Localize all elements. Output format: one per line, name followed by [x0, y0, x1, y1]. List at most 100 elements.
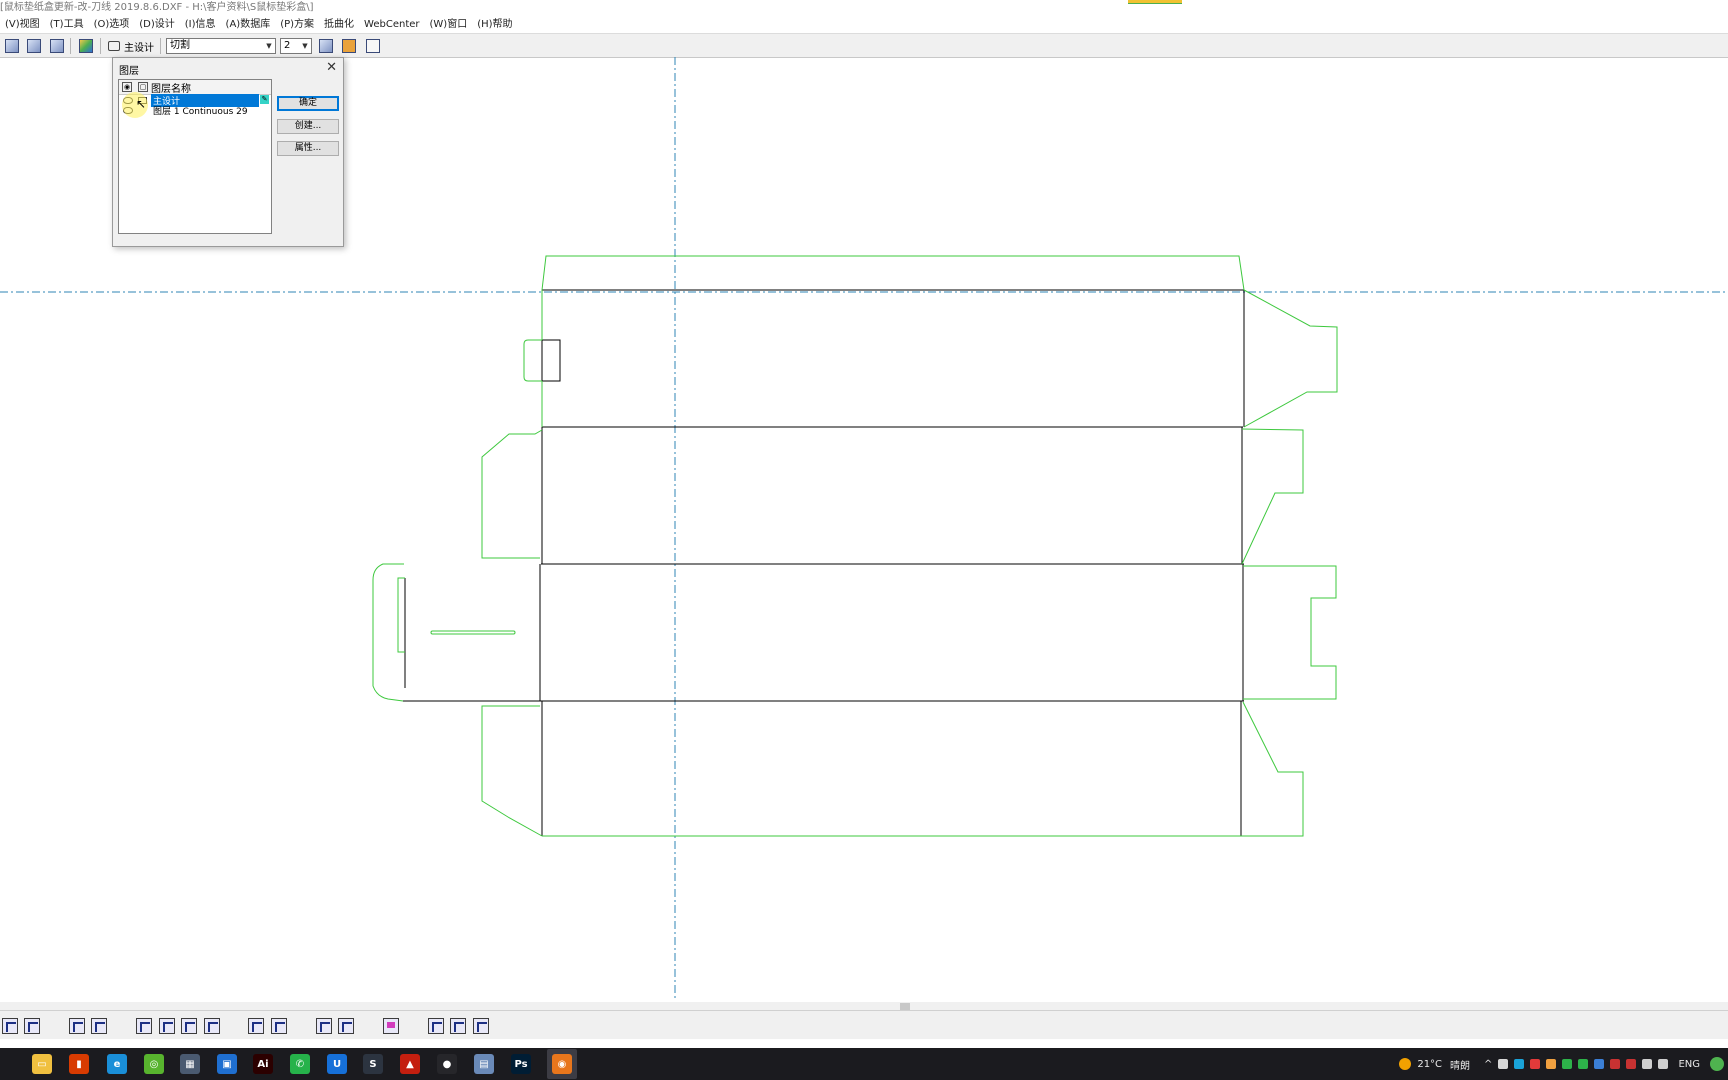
app-tray-icon[interactable]	[1546, 1059, 1557, 1069]
recorder-icon-glyph: ●	[437, 1054, 457, 1074]
illustrator-icon-glyph: Ai	[253, 1054, 273, 1074]
toolbar-divider	[100, 38, 101, 54]
grid-button[interactable]	[364, 37, 382, 55]
language-indicator[interactable]: ENG	[1678, 1059, 1700, 1070]
chevron-down-icon: ▼	[302, 42, 308, 50]
wechat-tray-icon[interactable]	[1578, 1059, 1589, 1069]
microphone-icon[interactable]	[1498, 1059, 1509, 1069]
list-tool-1-button[interactable]	[248, 1018, 264, 1034]
recorder-icon[interactable]: ●	[436, 1053, 458, 1075]
close-icon[interactable]: ✕	[326, 60, 337, 75]
scrollbar-thumb[interactable]	[900, 1003, 910, 1010]
wechat-icon[interactable]: ✆	[289, 1053, 311, 1075]
left-dust-flap-lower	[481, 705, 543, 837]
left-lock-tab	[523, 339, 542, 382]
volume-icon[interactable]	[1658, 1059, 1669, 1069]
current-layer-label: 主设计	[124, 42, 154, 54]
app-tray-icon[interactable]	[1514, 1059, 1525, 1069]
menu-help[interactable]: (H)帮助	[472, 16, 517, 33]
notepad-icon[interactable]: ▤	[473, 1053, 495, 1075]
design-mode-button[interactable]	[3, 37, 21, 55]
file-explorer-icon[interactable]: ▭	[31, 1053, 53, 1075]
glue-slot	[430, 630, 516, 635]
app-tray-icon[interactable]	[1530, 1059, 1541, 1069]
menu-design[interactable]: (D)设计	[134, 16, 180, 33]
color-tool-button[interactable]	[383, 1018, 399, 1034]
select-tool-button[interactable]	[69, 1018, 85, 1034]
edit-tool-2-button[interactable]	[338, 1018, 354, 1034]
office-icon-glyph: ▮	[69, 1054, 89, 1074]
browser-360-icon[interactable]: ◎	[143, 1053, 165, 1075]
uu-icon[interactable]: U	[326, 1053, 348, 1075]
dimension-tool-2-button[interactable]	[450, 1018, 466, 1034]
main-toolbar: 主设计 切割 ▼ 2 ▼	[0, 33, 1728, 58]
user-tool-button[interactable]	[340, 37, 358, 55]
acrobat-icon[interactable]: ▲	[399, 1053, 421, 1075]
weather-text[interactable]: 晴朗	[1450, 1057, 1470, 1072]
chevron-up-icon[interactable]: ^	[1484, 1059, 1492, 1070]
toolbar-divider	[70, 38, 71, 54]
dimension-tool-3-button[interactable]	[473, 1018, 489, 1034]
window-title-bar: [鼠标垫纸盒更新-改-刀线 2019.8.6.DXF - H:\客户资料\S鼠标…	[0, 0, 1728, 16]
notification-icon[interactable]	[1710, 1057, 1724, 1071]
user-icon	[342, 39, 356, 53]
dimension-tool-1-button[interactable]	[428, 1018, 444, 1034]
uu-icon-glyph: U	[327, 1054, 347, 1074]
line-width-select[interactable]: 2 ▼	[280, 38, 312, 54]
app-tray-icon[interactable]	[1594, 1059, 1605, 1069]
left-dust-flap-upper	[481, 429, 543, 559]
edit-tool-1-button[interactable]	[316, 1018, 332, 1034]
menu-tools[interactable]: (T)工具	[45, 16, 89, 33]
current-layer-button[interactable]: 主设计	[108, 37, 154, 55]
line-properties-button[interactable]	[317, 37, 335, 55]
layers-button[interactable]	[77, 37, 95, 55]
select-mode-3-button[interactable]	[181, 1018, 197, 1034]
app-tray-icon[interactable]	[1610, 1059, 1621, 1069]
layer-list[interactable]: ◉ ▢ 图层名称 主设计 ✎ 图层 1 Continuous 29 ↖	[118, 79, 272, 234]
3d-view-button[interactable]	[25, 37, 43, 55]
list-tool-2-button[interactable]	[271, 1018, 287, 1034]
right-dust-flap-top	[1243, 289, 1338, 428]
select-extend-button[interactable]	[91, 1018, 107, 1034]
menu-database[interactable]: (A)数据库	[221, 16, 276, 33]
network-icon[interactable]	[1642, 1059, 1653, 1069]
wechat-icon-glyph: ✆	[290, 1054, 310, 1074]
illustrator-icon[interactable]: Ai	[252, 1053, 274, 1075]
lock-header-icon[interactable]: ▢	[138, 82, 148, 92]
menu-webcenter[interactable]: WebCenter	[359, 16, 424, 33]
toolbar-divider	[160, 38, 161, 54]
wechat-tray-icon[interactable]	[1562, 1059, 1573, 1069]
select-mode-4-button[interactable]	[204, 1018, 220, 1034]
horizontal-scrollbar[interactable]	[0, 1002, 1728, 1010]
app-tray-icon[interactable]	[1626, 1059, 1637, 1069]
glue-flap-notch	[397, 577, 405, 653]
menu-info[interactable]: (I)信息	[180, 16, 221, 33]
weather-sun-icon[interactable]	[1399, 1058, 1412, 1070]
layout-button[interactable]	[48, 37, 66, 55]
ok-button[interactable]: 确定	[277, 96, 339, 111]
select-mode-2-button[interactable]	[159, 1018, 175, 1034]
menu-window[interactable]: (W)窗口	[425, 16, 473, 33]
sublime-icon[interactable]: S	[362, 1053, 384, 1075]
acrobat-icon-glyph: ▲	[400, 1054, 420, 1074]
create-layer-button[interactable]: 创建...	[277, 119, 339, 134]
edge-icon[interactable]: e	[106, 1053, 128, 1075]
calculator-icon[interactable]: ▦	[179, 1053, 201, 1075]
menu-options[interactable]: (O)选项	[89, 16, 135, 33]
menu-plan[interactable]: (P)方案	[275, 16, 319, 33]
snap-tool-2-button[interactable]	[24, 1018, 40, 1034]
photoshop-icon[interactable]: Ps	[510, 1053, 532, 1075]
temperature-text[interactable]: 21°C	[1417, 1059, 1442, 1070]
crease-lines	[403, 289, 1245, 836]
select-mode-1-button[interactable]	[136, 1018, 152, 1034]
menu-curve[interactable]: 抵曲化	[319, 16, 359, 33]
dialog-title: 图层	[119, 66, 139, 77]
layer-properties-button[interactable]: 属性...	[277, 141, 339, 156]
line-type-select[interactable]: 切割 ▼	[166, 38, 276, 54]
menu-view[interactable]: (V)视图	[0, 16, 45, 33]
artioscad-icon[interactable]: ◉	[547, 1049, 577, 1079]
visibility-header-icon[interactable]: ◉	[122, 82, 132, 92]
snap-tool-1-button[interactable]	[2, 1018, 18, 1034]
store-icon[interactable]: ▣	[216, 1053, 238, 1075]
office-icon[interactable]: ▮	[68, 1053, 90, 1075]
